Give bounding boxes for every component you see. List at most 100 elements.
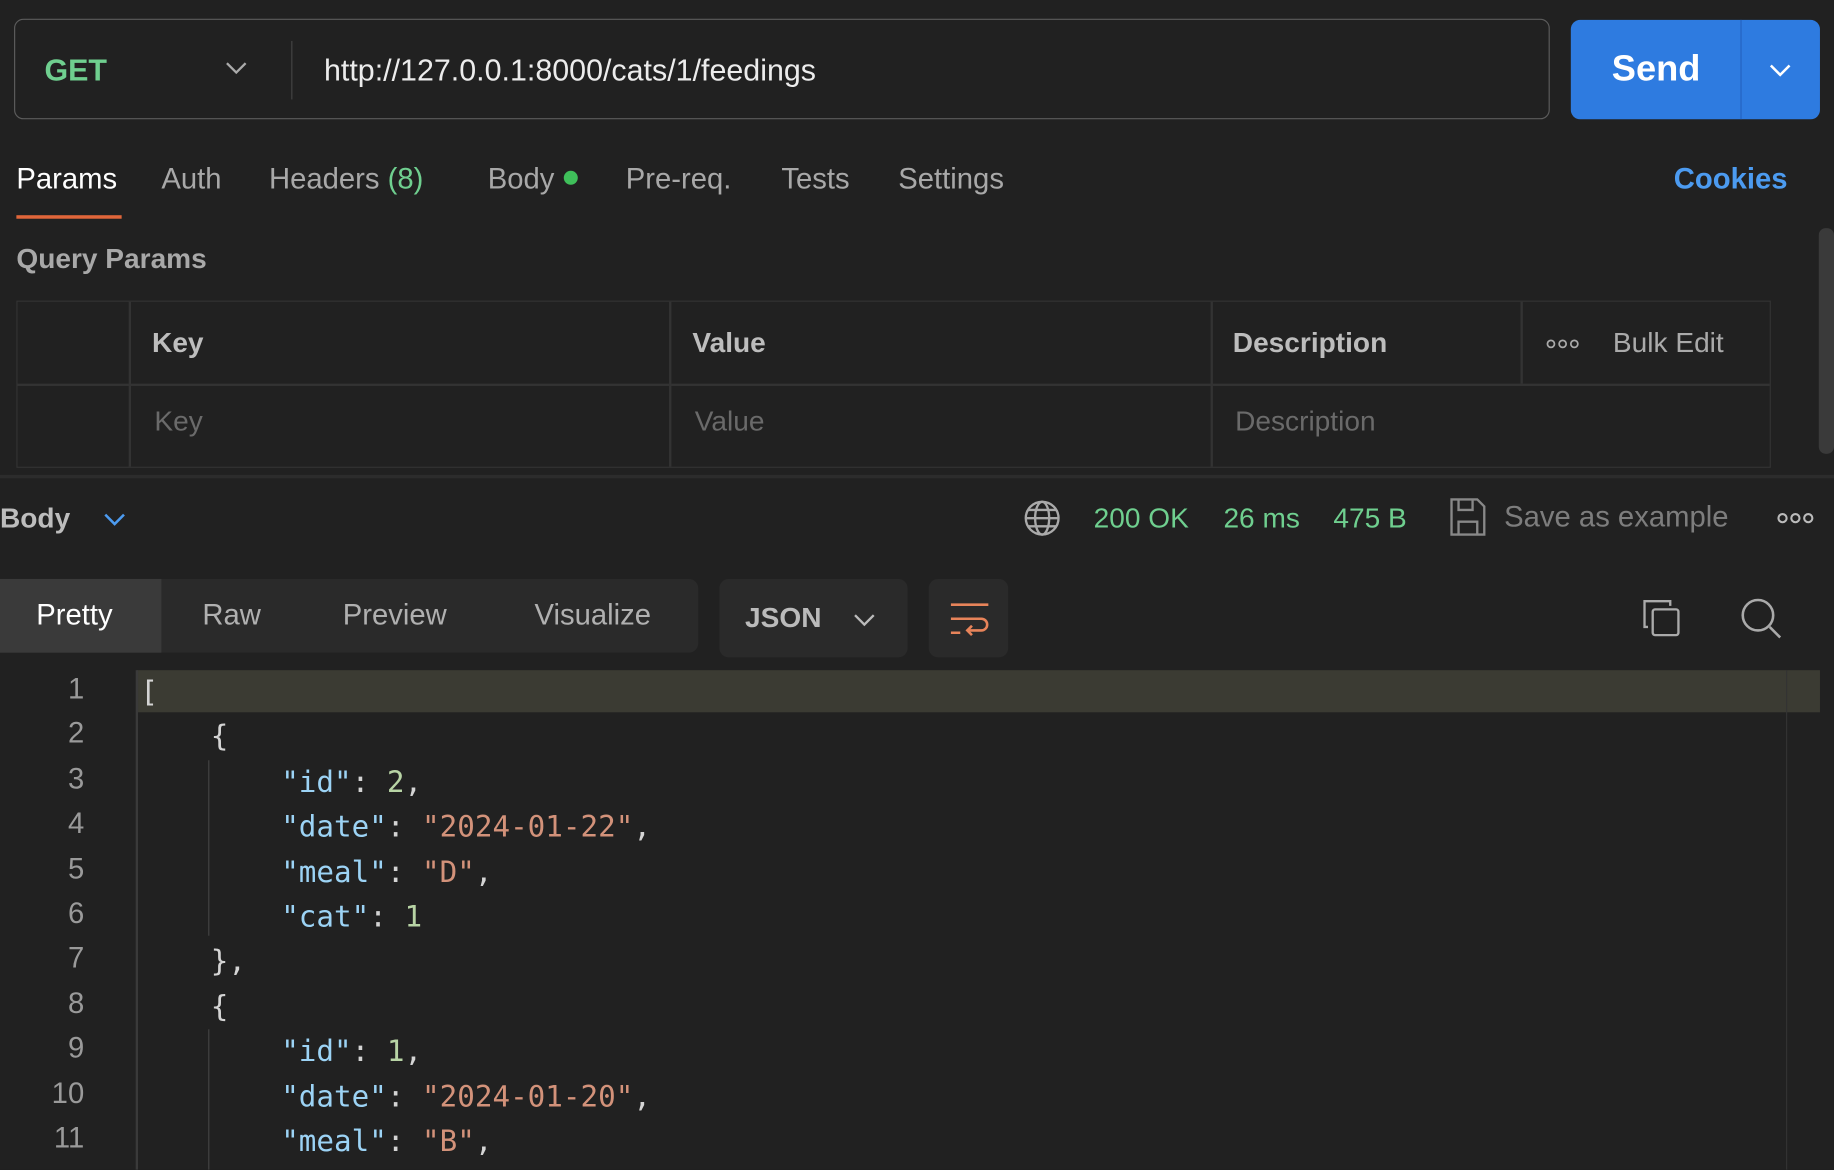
divider: [291, 40, 293, 100]
pane-divider[interactable]: [0, 474, 1834, 479]
json-punctuation: :: [386, 809, 423, 844]
json-key: "date": [281, 809, 387, 844]
json-key: "meal": [281, 1124, 387, 1158]
send-button[interactable]: Send: [1570, 19, 1820, 120]
value-input[interactable]: Value: [695, 406, 765, 439]
active-tab-indicator: [16, 215, 122, 219]
more-options-icon[interactable]: [1546, 338, 1579, 350]
tab-params[interactable]: Params: [16, 163, 117, 197]
json-punctuation: [: [140, 674, 158, 709]
view-preview[interactable]: Preview: [343, 599, 447, 633]
query-params-table: Key Value Description Bulk Edit Key Valu…: [16, 300, 1771, 468]
save-as-example-button[interactable]: Save as example: [1504, 501, 1728, 535]
copy-icon[interactable]: [1642, 599, 1682, 639]
format-select[interactable]: JSON: [719, 578, 908, 658]
tab-label: Headers: [269, 162, 380, 196]
column-header-key: Key: [152, 327, 204, 360]
json-punctuation: [140, 765, 281, 799]
json-punctuation: [140, 1034, 281, 1068]
format-label: JSON: [745, 602, 822, 634]
response-time[interactable]: 26 ms: [1223, 503, 1299, 536]
json-punctuation: :: [351, 764, 387, 799]
globe-icon[interactable]: [1023, 499, 1060, 536]
response-size[interactable]: 475 B: [1333, 503, 1406, 536]
send-label: Send: [1611, 47, 1701, 89]
view-raw[interactable]: Raw: [202, 599, 261, 633]
line-number: 11: [53, 1121, 85, 1155]
json-punctuation: [140, 1124, 281, 1158]
view-pretty[interactable]: Pretty: [36, 599, 112, 633]
response-body-label[interactable]: Body: [0, 503, 70, 536]
json-punctuation: {: [140, 989, 229, 1024]
json-string: "D": [422, 854, 475, 889]
url-input[interactable]: http://127.0.0.1:8000/cats/1/feedings: [324, 53, 816, 89]
json-key: "id": [281, 1034, 352, 1069]
column-header-value: Value: [692, 327, 766, 360]
column-header-description: Description: [1232, 327, 1388, 360]
cookies-link[interactable]: Cookies: [1674, 163, 1788, 197]
chevron-down-icon: [854, 614, 875, 627]
headers-count: (8): [387, 162, 424, 196]
bulk-edit-button[interactable]: Bulk Edit: [1613, 327, 1724, 360]
tab-tests[interactable]: Tests: [781, 163, 849, 197]
method-select[interactable]: GET: [44, 53, 107, 89]
json-punctuation: :: [386, 854, 423, 889]
chevron-down-icon[interactable]: [223, 60, 249, 76]
chevron-down-icon[interactable]: [102, 511, 128, 527]
json-key: "date": [281, 1079, 387, 1114]
json-punctuation: },: [140, 944, 246, 979]
line-number: 5: [67, 852, 85, 885]
tab-auth[interactable]: Auth: [161, 163, 221, 197]
json-punctuation: ,: [404, 764, 423, 799]
code-line: {: [140, 989, 229, 1024]
scrollbar[interactable]: [1818, 228, 1834, 454]
query-params-title: Query Params: [16, 243, 207, 275]
json-punctuation: :: [386, 1079, 423, 1114]
request-editor: GET http://127.0.0.1:8000/cats/1/feeding…: [0, 0, 1834, 1170]
code-line: [: [140, 675, 158, 709]
json-punctuation: :: [351, 1034, 387, 1069]
more-options-icon[interactable]: [1777, 512, 1814, 524]
url-bar: GET http://127.0.0.1:8000/cats/1/feeding…: [14, 18, 1550, 120]
json-punctuation: :: [369, 899, 405, 934]
save-icon[interactable]: [1449, 497, 1486, 537]
line-number: 8: [67, 986, 85, 1020]
json-punctuation: ,: [474, 854, 493, 889]
json-number: 1: [386, 1034, 405, 1069]
description-input[interactable]: Description: [1235, 406, 1375, 439]
code-line: "cat": 1: [140, 899, 422, 933]
tab-settings[interactable]: Settings: [898, 163, 1004, 197]
line-number: 2: [67, 717, 85, 751]
line-number: 1: [67, 672, 85, 706]
json-punctuation: [140, 1079, 281, 1113]
json-number: 2: [386, 764, 405, 799]
code-line: "id": 2,: [140, 765, 422, 799]
line-number: 7: [67, 942, 85, 975]
json-punctuation: [140, 899, 281, 933]
json-punctuation: :: [386, 1124, 423, 1158]
json-number: 1: [404, 899, 423, 934]
line-number: 4: [67, 807, 85, 841]
line-number: 3: [67, 762, 85, 796]
view-mode-switcher: Pretty Raw Preview Visualize: [0, 578, 699, 653]
wrap-lines-button[interactable]: [928, 578, 1009, 658]
line-number: 9: [67, 1031, 85, 1065]
body-indicator-dot: [563, 170, 578, 185]
code-line: {: [140, 720, 229, 754]
json-key: "meal": [281, 854, 387, 889]
json-string: "2024-01-22": [422, 809, 634, 844]
view-visualize[interactable]: Visualize: [535, 599, 652, 633]
editor-right-edge: [1786, 670, 1788, 1170]
code-line: "meal": "B",: [140, 1124, 492, 1158]
tab-body[interactable]: Body: [488, 163, 578, 197]
tab-headers[interactable]: Headers (8): [269, 163, 423, 197]
chevron-down-icon[interactable]: [1767, 62, 1793, 78]
search-icon[interactable]: [1739, 597, 1783, 641]
status-code[interactable]: 200 OK: [1094, 503, 1189, 536]
line-number: 6: [67, 897, 85, 930]
gutter-border: [135, 670, 138, 1170]
json-key: "id": [281, 764, 352, 799]
key-input[interactable]: Key: [154, 406, 202, 439]
current-line-highlight: [136, 670, 1820, 713]
tab-pre-req[interactable]: Pre-req.: [626, 163, 732, 197]
